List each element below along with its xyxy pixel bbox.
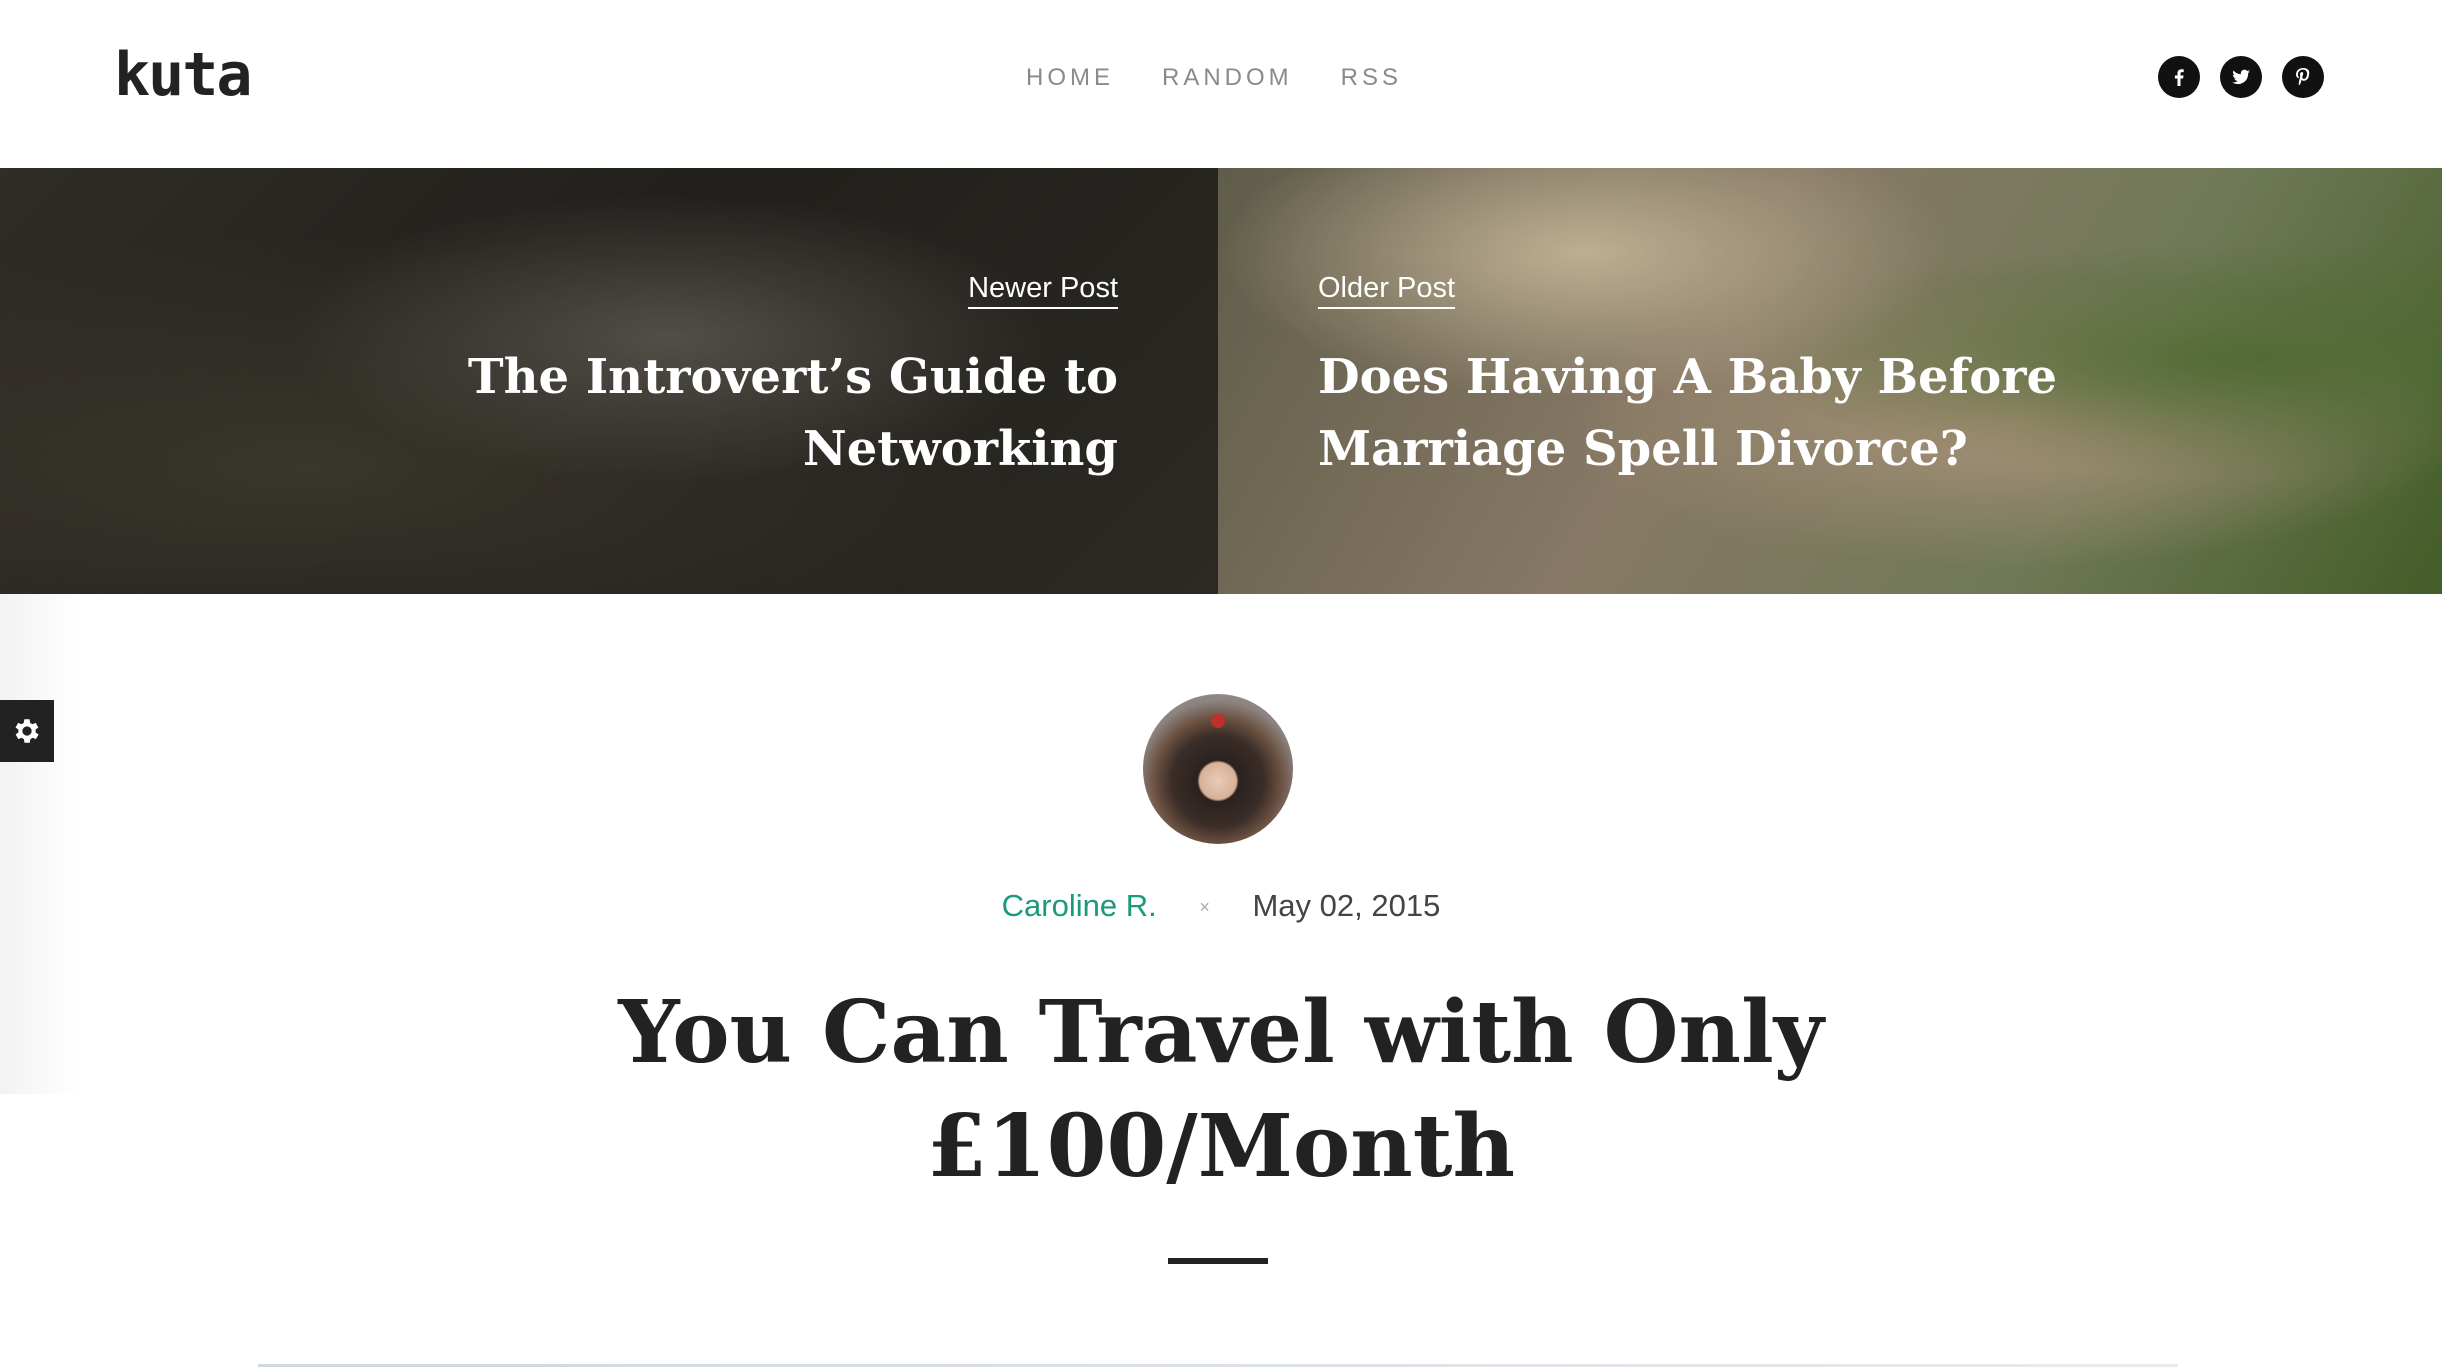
- older-post-card[interactable]: Older Post Does Having A Baby Before Mar…: [1218, 168, 2442, 594]
- social-links: [2158, 56, 2324, 98]
- gear-icon: [15, 719, 39, 743]
- main-nav: HOME RANDOM RSS: [1026, 64, 1402, 92]
- avatar-detail: [1211, 714, 1225, 728]
- post-date: May 02, 2015: [1252, 888, 1441, 923]
- meta-separator: ×: [1199, 897, 1210, 918]
- author-name-link[interactable]: Caroline R.: [1002, 888, 1157, 923]
- featured-image-top-edge: [258, 1364, 2178, 1367]
- nav-item-rss[interactable]: RSS: [1341, 64, 1402, 92]
- pinterest-icon[interactable]: [2282, 56, 2324, 98]
- site-logo[interactable]: kuta: [114, 40, 252, 110]
- newer-post-content: Newer Post The Introvert’s Guide to Netw…: [358, 272, 1118, 485]
- author-avatar[interactable]: [1143, 694, 1293, 844]
- newer-post-title[interactable]: The Introvert’s Guide to Networking: [358, 341, 1118, 485]
- older-post-title[interactable]: Does Having A Baby Before Marriage Spell…: [1318, 341, 2078, 485]
- nav-item-home[interactable]: HOME: [1026, 64, 1114, 92]
- title-divider: [1168, 1258, 1268, 1264]
- nav-item-random[interactable]: RANDOM: [1162, 64, 1293, 92]
- newer-post-link[interactable]: Newer Post: [968, 272, 1118, 309]
- site-header: kuta HOME RANDOM RSS: [0, 0, 2442, 168]
- post-meta: Caroline R. × May 02, 2015: [0, 888, 2442, 924]
- settings-toggle-button[interactable]: [0, 700, 54, 762]
- facebook-icon[interactable]: [2158, 56, 2200, 98]
- older-post-link[interactable]: Older Post: [1318, 272, 1455, 309]
- side-shadow: [0, 594, 80, 1094]
- newer-post-card[interactable]: Newer Post The Introvert’s Guide to Netw…: [0, 168, 1218, 594]
- post-title: You Can Travel with Only £100/Month: [618, 982, 1824, 1197]
- older-post-content: Older Post Does Having A Baby Before Mar…: [1318, 272, 2078, 485]
- twitter-icon[interactable]: [2220, 56, 2262, 98]
- adjacent-posts: Newer Post The Introvert’s Guide to Netw…: [0, 168, 2442, 594]
